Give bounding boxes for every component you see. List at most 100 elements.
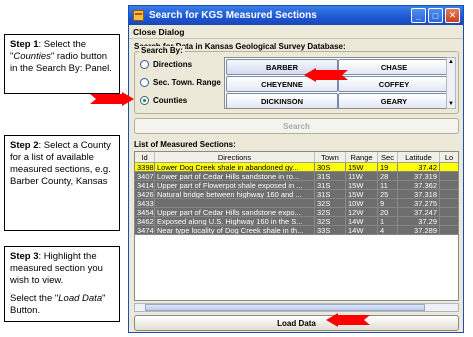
radio-sec-town-range-label: Sec. Town. Range [153, 78, 221, 87]
scrollbar-thumb[interactable] [145, 304, 425, 311]
menu-close-dialog[interactable]: Close Dialog [129, 25, 463, 39]
measured-sections-table: Id Directions Town Range Sec Latitude Lo… [134, 151, 459, 301]
table-row[interactable]: 3426 Natural bridge between highway 160 … [135, 190, 458, 199]
cell-range: 11W [346, 172, 378, 180]
table-row[interactable]: 3454 Upper part of Cedar Hills sandstone… [135, 208, 458, 217]
cell-lo [440, 217, 458, 225]
search-by-panel: Search By: Directions Sec. Town. Range C… [134, 46, 459, 114]
cell-directions: Exposed along U.S. Highway 160 in the S.… [155, 217, 315, 225]
cell-sec: 20 [378, 208, 398, 216]
minimize-icon[interactable]: _ [411, 8, 426, 23]
county-button-chase[interactable]: CHASE [338, 59, 449, 75]
step-2-instruction: Step 2: Select a County for a list of av… [4, 135, 120, 231]
cell-directions: Upper part of Cedar Hills sandstone expo… [155, 208, 315, 216]
cell-id: 3426 [137, 190, 155, 198]
cell-town: 32S [315, 217, 346, 225]
cell-latitude: 37.29 [398, 217, 440, 225]
column-header-sec[interactable]: Sec [378, 152, 398, 162]
radio-directions[interactable]: Directions [140, 60, 192, 69]
cell-lo [440, 163, 458, 171]
cell-sec: 25 [378, 190, 398, 198]
cell-latitude: 37.247 [398, 208, 440, 216]
cell-range: 15W [346, 163, 378, 171]
step-3-instruction: Step 3: Highlight the measured section y… [4, 246, 120, 322]
table-row[interactable]: 3407 Lower part of Cedar Hills sandstone… [135, 172, 458, 181]
load-data-button[interactable]: Load Data [134, 315, 459, 331]
step-3-label: Step 3 [10, 251, 39, 262]
cell-id: 3454 [137, 208, 155, 216]
cell-latitude: 37.318 [398, 190, 440, 198]
cell-range: 15W [346, 190, 378, 198]
radio-sec-town-range[interactable]: Sec. Town. Range [140, 78, 221, 87]
column-header-id[interactable]: Id [135, 152, 155, 162]
radio-counties-label: Counties [153, 96, 188, 105]
cell-range: 12W [346, 208, 378, 216]
radio-dot-sec-town-range[interactable] [140, 78, 149, 87]
cell-lo [440, 199, 458, 207]
cell-directions [155, 199, 315, 207]
county-button-grid: BARBER CHASE CHEYENNE COFFEY DICKINSON G… [224, 57, 450, 109]
table-header: Id Directions Town Range Sec Latitude Lo [135, 152, 458, 163]
search-by-legend: Search By: [139, 46, 185, 55]
step-3-second-line: Select the "Load Data" Button. [10, 293, 115, 317]
table-horizontal-scrollbar[interactable] [134, 303, 459, 312]
cell-lo [440, 226, 458, 234]
cell-sec: 19 [378, 163, 398, 171]
cell-sec: 4 [378, 226, 398, 234]
cell-town: 30S [315, 163, 346, 171]
step-1-instruction: Step 1: Select the "Counties" radio butt… [4, 34, 120, 94]
cell-town: 33S [315, 226, 346, 234]
table-row[interactable]: 3398 Lower Dog Creek shale in abandoned … [135, 163, 458, 172]
maximize-icon[interactable]: □ [428, 8, 443, 23]
close-icon[interactable]: ✕ [445, 8, 460, 23]
cell-latitude: 37.275 [398, 199, 440, 207]
cell-latitude: 37.362 [398, 181, 440, 189]
cell-town: 31S [315, 181, 346, 189]
cell-town: 31S [315, 190, 346, 198]
cell-id: 3407 [137, 172, 155, 180]
table-row[interactable]: 3474 Near type locality of Dog Creek sha… [135, 226, 458, 235]
cell-sec: 9 [378, 199, 398, 207]
cell-town: 31S [315, 172, 346, 180]
column-header-latitude[interactable]: Latitude [398, 152, 440, 162]
title-bar[interactable]: Search for KGS Measured Sections _ □ ✕ [129, 6, 463, 25]
search-button[interactable]: Search [134, 118, 459, 134]
column-header-range[interactable]: Range [346, 152, 378, 162]
radio-counties[interactable]: Counties [140, 96, 187, 105]
cell-lo [440, 190, 458, 198]
cell-range: 15W [346, 181, 378, 189]
step-1-label: Step 1 [10, 39, 39, 50]
cell-directions: Upper part of Flowerpot shale exposed in… [155, 181, 315, 189]
cell-latitude: 37.42 [398, 163, 440, 171]
cell-directions: Lower Dog Creek shale in abandoned gy... [155, 163, 315, 171]
step-1-italic: Counties [13, 51, 51, 62]
radio-dot-directions[interactable] [140, 60, 149, 69]
county-button-coffey[interactable]: COFFEY [338, 76, 449, 92]
table-row[interactable]: 3414 Upper part of Flowerpot shale expos… [135, 181, 458, 190]
county-scrollbar[interactable]: ▲ ▼ [446, 57, 456, 109]
column-header-directions[interactable]: Directions [155, 152, 315, 162]
cell-range: 14W [346, 226, 378, 234]
cell-town: 32S [315, 208, 346, 216]
cell-sec: 1 [378, 217, 398, 225]
cell-directions: Lower part of Cedar Hills sandstone in r… [155, 172, 315, 180]
cell-id: 3414 [137, 181, 155, 189]
app-icon [133, 10, 144, 21]
scroll-up-icon[interactable]: ▲ [447, 58, 455, 66]
county-button-dickinson[interactable]: DICKINSON [226, 93, 338, 108]
column-header-lo[interactable]: Lo [440, 152, 458, 162]
scroll-down-icon[interactable]: ▼ [447, 100, 455, 108]
cell-lo [440, 181, 458, 189]
cell-sec: 11 [378, 181, 398, 189]
column-header-town[interactable]: Town [315, 152, 346, 162]
cell-lo [440, 172, 458, 180]
cell-lo [440, 208, 458, 216]
county-button-geary[interactable]: GEARY [338, 93, 449, 108]
cell-id: 3433 [137, 199, 155, 207]
cell-directions: Near type locality of Dog Creek shale in… [155, 226, 315, 234]
table-row[interactable]: 3462 Exposed along U.S. Highway 160 in t… [135, 217, 458, 226]
table-row[interactable]: 3433 32S 10W 9 37.275 [135, 199, 458, 208]
cell-id: 3474 [137, 226, 155, 234]
radio-dot-counties[interactable] [140, 96, 149, 105]
cell-latitude: 37.289 [398, 226, 440, 234]
